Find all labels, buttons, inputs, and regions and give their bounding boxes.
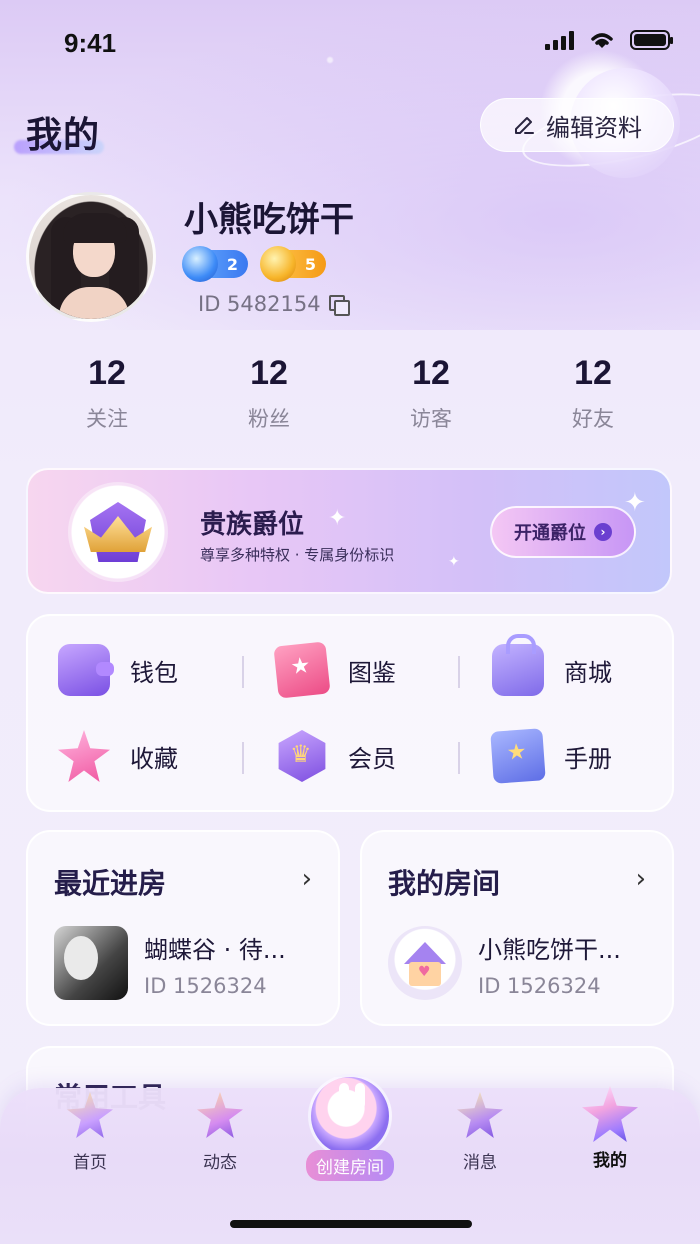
grid-item-favorites[interactable]: 收藏 <box>58 730 178 782</box>
stat-fans[interactable]: 12 粉丝 <box>188 354 350 433</box>
grid-item-manual[interactable]: 手册 <box>490 728 612 784</box>
my-room-title: 我的房间 <box>388 867 501 900</box>
stat-label: 关注 <box>86 407 128 431</box>
star-messages-icon <box>457 1092 503 1138</box>
divider <box>458 742 460 774</box>
star-feed-icon <box>197 1092 243 1138</box>
stat-value: 12 <box>412 354 450 392</box>
wallet-icon <box>58 644 114 696</box>
features-grid: 钱包 图鉴 商城 收藏 会员 手册 <box>26 614 674 812</box>
tab-feed[interactable]: 动态 <box>170 1092 270 1173</box>
grid-item-label: 图鉴 <box>348 658 396 687</box>
recent-rooms-title: 最近进房 <box>54 867 167 900</box>
stat-value: 12 <box>250 354 288 392</box>
my-room-id: ID 1526324 <box>478 974 601 998</box>
tab-label: 首页 <box>73 1153 107 1173</box>
stat-friends[interactable]: 12 好友 <box>512 354 674 433</box>
star-mine-icon <box>582 1086 638 1142</box>
divider <box>242 742 244 774</box>
shopping-bag-icon <box>492 634 544 696</box>
activate-noble-button[interactable]: 开通爵位 › <box>490 506 636 558</box>
user-id: ID 5482154 <box>198 292 350 316</box>
edit-profile-button[interactable]: 编辑资料 <box>480 98 674 152</box>
divider <box>458 656 460 688</box>
recent-room-thumbnail <box>54 926 128 1000</box>
diamond-icon <box>182 246 218 282</box>
noble-crown-icon <box>68 482 168 582</box>
stat-label: 访客 <box>410 407 452 431</box>
recent-rooms-card[interactable]: 最近进房 › 蝴蝶谷 · 待... ID 1526324 <box>26 830 340 1026</box>
stat-value: 12 <box>88 354 126 392</box>
star-icon <box>58 730 110 782</box>
user-id-text: ID 5482154 <box>198 292 321 316</box>
tab-label: 我的 <box>593 1151 627 1171</box>
home-indicator <box>230 1220 472 1228</box>
stat-visitors[interactable]: 12 访客 <box>350 354 512 433</box>
tab-home[interactable]: 首页 <box>40 1092 140 1173</box>
charm-level-value: 5 <box>304 254 316 274</box>
page-title: 我的 <box>26 115 101 156</box>
star-home-icon <box>67 1092 113 1138</box>
noble-subtitle: 尊享多种特权 · 专属身份标识 <box>200 546 395 564</box>
avatar[interactable] <box>26 192 156 322</box>
chevron-right-icon: › <box>594 523 612 541</box>
recent-room-name: 蝴蝶谷 · 待... <box>144 936 286 964</box>
stats-row: 12 关注 12 粉丝 12 访客 12 好友 <box>26 354 674 433</box>
wealth-level-badge[interactable]: 2 <box>182 246 248 282</box>
wealth-level-value: 2 <box>226 254 238 274</box>
tab-label: 动态 <box>203 1153 237 1173</box>
create-room-button[interactable]: 创建房间 <box>304 1074 396 1181</box>
divider <box>242 656 244 688</box>
status-time: 9:41 <box>64 28 117 58</box>
tab-label: 消息 <box>463 1153 497 1173</box>
my-room-card[interactable]: 我的房间 › ♥ 小熊吃饼干... ID 1526324 <box>360 830 674 1026</box>
grid-item-label: 会员 <box>348 744 396 773</box>
grid-item-wallet[interactable]: 钱包 <box>58 644 178 696</box>
grid-item-vip[interactable]: 会员 <box>276 730 396 782</box>
signal-icon <box>545 30 574 50</box>
grid-item-mall[interactable]: 商城 <box>492 634 612 696</box>
vip-crown-icon <box>278 730 326 782</box>
stat-following[interactable]: 12 关注 <box>26 354 188 433</box>
tab-mine[interactable]: 我的 <box>560 1086 660 1171</box>
my-room-name: 小熊吃饼干... <box>478 936 621 964</box>
status-bar: 9:41 <box>0 0 700 88</box>
grid-item-label: 收藏 <box>130 744 178 773</box>
copy-icon[interactable] <box>328 295 350 316</box>
chevron-right-icon[interactable]: › <box>302 864 312 894</box>
chevron-right-icon[interactable]: › <box>636 864 646 894</box>
grid-item-label: 手册 <box>564 744 612 773</box>
charm-level-badge[interactable]: 5 <box>260 246 326 282</box>
manual-icon <box>490 728 546 784</box>
house-icon: ♥ <box>388 926 462 1000</box>
wifi-icon <box>591 33 613 48</box>
sparkle-icon: ✦ <box>328 506 347 531</box>
recent-room-id: ID 1526324 <box>144 974 267 998</box>
nickname: 小熊吃饼干 <box>184 200 354 240</box>
stat-label: 好友 <box>572 407 614 431</box>
stat-label: 粉丝 <box>248 407 290 431</box>
bunny-icon <box>308 1074 392 1158</box>
tab-messages[interactable]: 消息 <box>430 1092 530 1173</box>
grid-item-collection[interactable]: 图鉴 <box>273 641 396 699</box>
grid-item-label: 钱包 <box>130 658 178 687</box>
pencil-icon <box>515 117 534 134</box>
level-badges: 2 5 <box>182 246 326 282</box>
heart-gem-icon <box>260 246 296 282</box>
book-icon <box>273 641 331 699</box>
stat-value: 12 <box>574 354 612 392</box>
noble-banner[interactable]: ✦ ✦ ✦ 贵族爵位 尊享多种特权 · 专属身份标识 开通爵位 › <box>26 468 672 594</box>
battery-icon <box>630 30 673 50</box>
sparkle-icon: ✦ <box>448 554 460 570</box>
edit-profile-label: 编辑资料 <box>546 113 642 142</box>
activate-noble-label: 开通爵位 <box>514 523 586 544</box>
grid-item-label: 商城 <box>564 658 612 687</box>
noble-title: 贵族爵位 <box>200 510 305 540</box>
create-room-label: 创建房间 <box>306 1150 394 1181</box>
status-icons <box>545 30 673 50</box>
